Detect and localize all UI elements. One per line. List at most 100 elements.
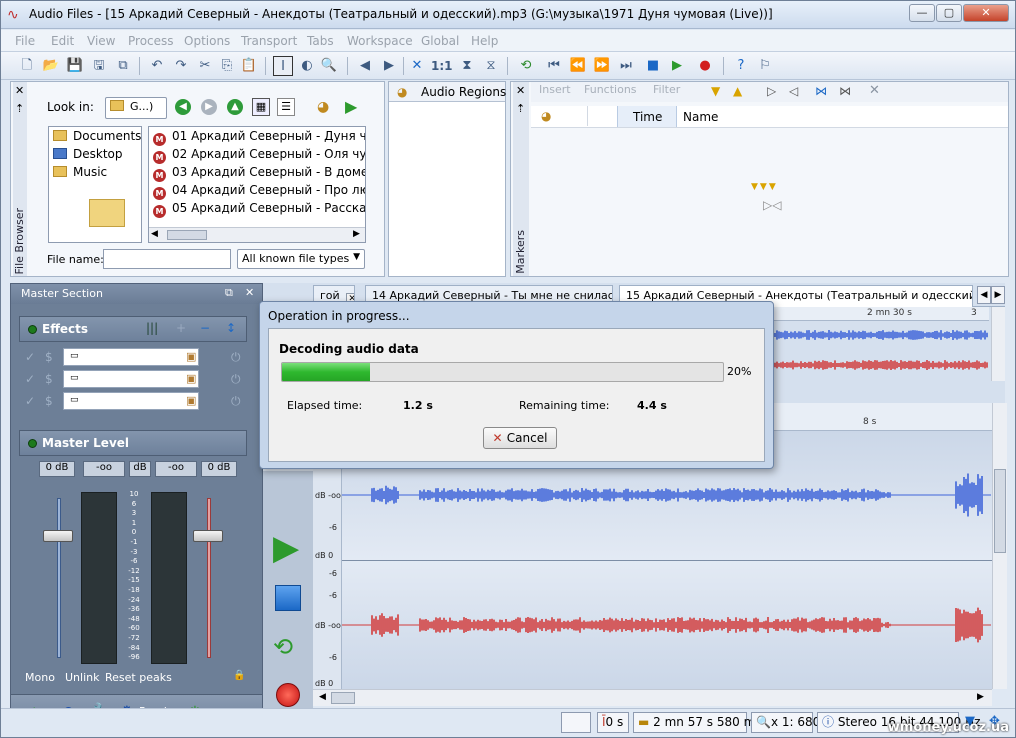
back-nav-icon[interactable]: ◀ (175, 99, 191, 115)
open-file-icon[interactable]: 📂 (41, 56, 61, 76)
crop-icon[interactable]: ✕ (407, 56, 427, 76)
close-button[interactable]: ✕ (963, 4, 1009, 22)
cut-icon[interactable]: ✂ (195, 56, 215, 76)
play-big-icon[interactable]: ▶ (273, 531, 299, 565)
menu-file[interactable]: File (15, 34, 35, 48)
unlink-button[interactable]: Unlink (65, 671, 99, 684)
list-item[interactable]: M 02 Аркадий Северный - Оля чумо (149, 145, 365, 164)
cancel-button[interactable]: ✕ Cancel (483, 427, 557, 449)
bypass-icon[interactable]: ⏻ (231, 350, 241, 365)
menu-global[interactable]: Global (421, 34, 459, 48)
marker-delete-icon[interactable]: ✕ (869, 83, 880, 98)
right-fader-handle[interactable] (193, 530, 223, 542)
save-icon[interactable]: 💾 (65, 56, 85, 76)
menu-process[interactable]: Process (128, 34, 174, 48)
paste-icon[interactable]: 📋 (239, 56, 259, 76)
horizontal-scrollbar[interactable]: ◀ ▶ (149, 227, 365, 242)
scroll-left-icon[interactable]: ◀ (319, 692, 326, 702)
column-time[interactable]: Time (633, 110, 662, 124)
tabs-scroll-left-icon[interactable]: ◀ (977, 286, 991, 304)
undo-icon[interactable]: ↶ (147, 56, 167, 76)
menu-options[interactable]: Options (184, 34, 230, 48)
record-big-icon[interactable] (276, 683, 300, 707)
help-icon[interactable]: ? (731, 56, 751, 76)
back-icon[interactable]: ◀ (355, 56, 375, 76)
move-effect-icon[interactable]: ↕ (226, 321, 236, 335)
file-browser-tab-label[interactable]: File Browser (13, 208, 26, 274)
remove-effect-icon[interactable]: − (200, 321, 210, 335)
check-icon[interactable]: ✓ (25, 394, 35, 408)
minimize-button[interactable]: — (909, 4, 935, 22)
copy-icon[interactable]: ⎘ (217, 56, 237, 76)
file-type-select[interactable]: All known file types ▼ (237, 249, 365, 269)
markers-tab-insert[interactable]: Insert (539, 83, 571, 96)
bypass-icon[interactable]: ⏻ (231, 394, 241, 409)
markers-tab-filter[interactable]: Filter (653, 83, 680, 96)
panel-close-icon[interactable]: ✕ (15, 84, 24, 97)
place-documents[interactable]: Documents (49, 127, 141, 145)
marker-region-icon[interactable]: ⋈ (815, 84, 827, 98)
fast-forward-icon[interactable]: ⏩ (592, 56, 612, 76)
text-cursor-tool-icon[interactable]: I (273, 56, 293, 76)
marker-next-icon[interactable]: ▷ (767, 84, 776, 98)
overview-scrollbar[interactable] (991, 307, 1005, 381)
list-item[interactable]: M 03 Аркадий Северный - В доме Ру (149, 163, 365, 182)
play-preview-icon[interactable]: ▶ (345, 97, 357, 116)
solo-icon[interactable]: $ (45, 350, 53, 364)
look-in-combo[interactable]: G...) (105, 97, 167, 119)
play-icon[interactable]: ▶ (667, 56, 687, 76)
vertical-scrollbar[interactable] (992, 403, 1007, 689)
menu-help[interactable]: Help (471, 34, 498, 48)
icon-view-icon[interactable]: ▦ (252, 98, 270, 116)
go-start-icon[interactable]: ⏮ (544, 56, 564, 76)
scrub-tool-icon[interactable]: ◐ (297, 56, 317, 76)
menu-tabs[interactable]: Tabs (307, 34, 334, 48)
mono-button[interactable]: Mono (25, 671, 55, 684)
effects-power-icon[interactable] (28, 325, 37, 334)
redo-icon[interactable]: ↷ (171, 56, 191, 76)
markers-tab-label[interactable]: Markers (514, 230, 527, 274)
forward-nav-icon[interactable]: ▶ (201, 99, 217, 115)
save-as-icon[interactable]: 🖫 (89, 56, 109, 76)
save-all-icon[interactable]: ⧉ (113, 56, 133, 76)
tabs-scroll-right-icon[interactable]: ▶ (991, 286, 1005, 304)
list-item[interactable]: M05 Аркадий Северный - Расскажу, (149, 199, 365, 218)
column-name[interactable]: Name (683, 110, 718, 124)
add-effect-icon[interactable]: + (176, 321, 186, 335)
lock-icon[interactable]: 🔒 (233, 670, 245, 681)
left-fader-handle[interactable] (43, 530, 73, 542)
menu-view[interactable]: View (87, 34, 115, 48)
go-end-icon[interactable]: ⏭ (616, 56, 636, 76)
zoom-tool-icon[interactable]: 🔍 (319, 56, 339, 76)
solo-icon[interactable]: $ (45, 394, 53, 408)
master-level-power-icon[interactable] (28, 439, 37, 448)
place-music[interactable]: Music (49, 163, 141, 181)
new-file-icon[interactable]: 🗋 (17, 56, 37, 76)
marker-add-icon[interactable]: ▼ (711, 84, 720, 98)
file-name-input[interactable] (103, 249, 231, 269)
bypass-icon[interactable]: ⏻ (231, 372, 241, 387)
place-desktop[interactable]: Desktop (49, 145, 141, 163)
scrollbar-thumb[interactable] (331, 692, 355, 704)
reset-peaks-button[interactable]: Reset peaks (105, 671, 172, 684)
loop-big-icon[interactable]: ⟲ (273, 633, 293, 661)
panel-pin-icon[interactable]: ⇡ (15, 102, 24, 115)
maximize-button[interactable]: ▢ (936, 4, 962, 22)
waveform-area[interactable] (342, 431, 992, 689)
zoom-level[interactable]: 🔍x 1: 680 (751, 712, 820, 733)
forward-icon[interactable]: ▶ (379, 56, 399, 76)
menu-transport[interactable]: Transport (241, 34, 297, 48)
float-icon[interactable]: ⧉ (225, 286, 233, 300)
effect-slot-field[interactable]: ▭ ▣ (63, 370, 199, 388)
record-icon[interactable]: ● (695, 56, 715, 76)
effects-chain-icon[interactable]: ||| (146, 321, 158, 335)
plugin-settings-icon[interactable]: ▣ (186, 394, 196, 407)
menu-edit[interactable]: Edit (51, 34, 74, 48)
solo-icon[interactable]: $ (45, 372, 53, 386)
list-view-icon[interactable]: ☰ (277, 98, 295, 116)
up-folder-icon[interactable]: ▲ (227, 99, 243, 115)
close-icon[interactable]: ✕ (245, 286, 254, 299)
marker-split-icon[interactable]: ⋈ (839, 84, 851, 98)
check-icon[interactable]: ✓ (25, 372, 35, 386)
check-icon[interactable]: ✓ (25, 350, 35, 364)
